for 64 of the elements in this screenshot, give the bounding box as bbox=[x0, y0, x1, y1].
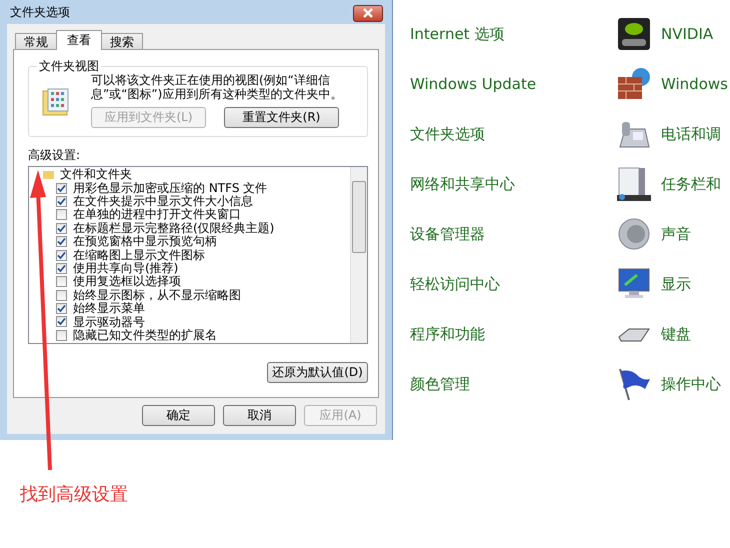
brick-wall-icon bbox=[617, 67, 651, 101]
control-panel-link[interactable]: 轻松访问中心 bbox=[410, 274, 500, 294]
checkbox[interactable] bbox=[56, 262, 67, 274]
annotation-text: 找到高级设置 bbox=[20, 483, 129, 506]
checkbox[interactable] bbox=[56, 236, 67, 248]
close-icon bbox=[362, 8, 374, 18]
checkbox[interactable] bbox=[56, 303, 67, 314]
group-heading: 文件和文件夹 bbox=[60, 167, 132, 182]
control-panel-link[interactable]: 显示 bbox=[661, 274, 691, 294]
graphics-card-icon bbox=[617, 17, 651, 51]
checkbox[interactable] bbox=[56, 250, 67, 261]
window-title: 文件夹选项 bbox=[10, 4, 70, 20]
control-panel-link[interactable]: 电话和调 bbox=[661, 124, 721, 144]
description-text: 可以将该文件夹正在使用的视图(例如“详细信息”或“图标”)应用到所有这种类型的文件夹中。 bbox=[91, 73, 344, 101]
checkbox[interactable] bbox=[56, 290, 67, 301]
setting-option[interactable]: 在文件夹提示中显示文件大小信息 bbox=[56, 194, 350, 208]
setting-option[interactable]: 显示驱动器号 bbox=[56, 315, 350, 329]
setting-option[interactable]: 使用复选框以选择项 bbox=[56, 275, 350, 289]
setting-option[interactable]: 在单独的进程中打开文件夹窗口 bbox=[56, 208, 350, 222]
checkbox[interactable] bbox=[56, 209, 67, 220]
setting-option[interactable]: 在缩略图上显示文件图标 bbox=[56, 248, 350, 262]
checkbox[interactable] bbox=[56, 330, 67, 341]
flag-icon bbox=[617, 367, 651, 401]
control-panel-link[interactable]: 声音 bbox=[661, 224, 691, 244]
group-title: 文件夹视图 bbox=[38, 58, 100, 74]
advanced-settings-label: 高级设置: bbox=[28, 147, 82, 164]
setting-option[interactable]: 用彩色显示加密或压缩的 NTFS 文件 bbox=[56, 181, 350, 195]
control-panel-link[interactable]: 网络和共享中心 bbox=[410, 174, 515, 194]
folder-view-icon bbox=[41, 87, 71, 117]
control-panel-link[interactable]: 任务栏和 bbox=[661, 174, 721, 194]
control-panel-link[interactable]: 程序和功能 bbox=[410, 324, 485, 344]
control-panel-link[interactable]: Windows bbox=[661, 75, 728, 93]
checkbox[interactable] bbox=[56, 222, 67, 234]
setting-option[interactable]: 始终显示菜单 bbox=[56, 302, 350, 316]
monitor-icon bbox=[617, 267, 651, 301]
control-panel-link[interactable]: 操作中心 bbox=[661, 374, 721, 394]
restore-defaults-button[interactable]: 还原为默认值(D) bbox=[267, 362, 368, 383]
control-panel-link[interactable]: Windows Update bbox=[410, 75, 536, 93]
checkbox[interactable] bbox=[56, 316, 67, 328]
tab[interactable]: 搜索 bbox=[101, 33, 143, 50]
dialog-button[interactable]: 取消 bbox=[223, 405, 296, 426]
control-panel-link[interactable]: 文件夹选项 bbox=[410, 124, 485, 144]
checkbox[interactable] bbox=[56, 182, 67, 194]
tab[interactable]: 查看 bbox=[56, 30, 102, 50]
folder-button[interactable]: 重置文件夹(R) bbox=[224, 107, 339, 128]
dialog-button[interactable]: 确定 bbox=[142, 405, 215, 426]
close-button[interactable] bbox=[353, 4, 383, 22]
control-panel-link[interactable]: NVIDIA bbox=[661, 25, 714, 43]
setting-option[interactable]: 始终显示图标，从不显示缩略图 bbox=[56, 288, 350, 302]
tab[interactable]: 常规 bbox=[15, 33, 57, 50]
control-panel-link[interactable]: Internet 选项 bbox=[410, 24, 504, 44]
setting-option[interactable]: 在标题栏显示完整路径(仅限经典主题) bbox=[56, 222, 350, 235]
folder-icon bbox=[43, 169, 54, 180]
taskbar-icon bbox=[617, 167, 651, 201]
control-panel-link[interactable]: 设备管理器 bbox=[410, 224, 485, 244]
control-panel-link[interactable]: 颜色管理 bbox=[410, 374, 470, 394]
scrollbar[interactable] bbox=[350, 167, 367, 343]
control-panel-link[interactable]: 键盘 bbox=[661, 324, 691, 344]
setting-option[interactable]: 在预览窗格中显示预览句柄 bbox=[56, 234, 350, 248]
setting-option[interactable]: 隐藏已知文件类型的扩展名 bbox=[56, 328, 350, 342]
checkbox[interactable] bbox=[56, 196, 67, 207]
checkbox[interactable] bbox=[56, 276, 67, 288]
setting-option[interactable]: 使用共享向导(推荐) bbox=[56, 262, 350, 276]
speaker-icon bbox=[617, 217, 651, 251]
